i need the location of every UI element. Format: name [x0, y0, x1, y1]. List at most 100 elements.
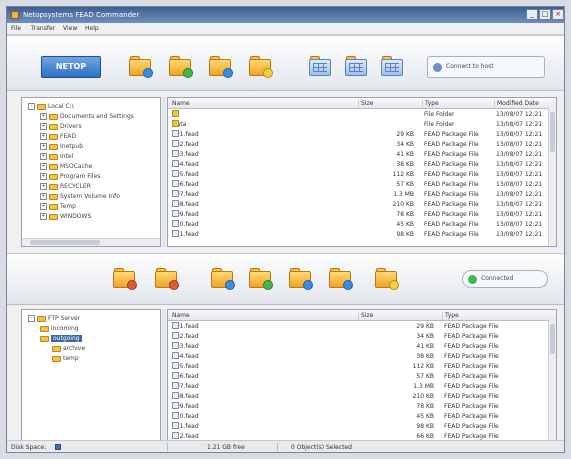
file-row[interactable]: 003.fead 41 KB FEAD Package File: [168, 342, 556, 351]
file-row[interactable]: 002.fead 34 KB FEAD Package File: [168, 332, 556, 341]
folder-icon: [49, 133, 58, 140]
move-button[interactable]: [287, 266, 313, 290]
properties-button[interactable]: [327, 266, 353, 290]
tree-node[interactable]: - FTP Server: [28, 314, 80, 323]
local-tree-hscroll[interactable]: [22, 238, 160, 246]
tree-node[interactable]: + Temp: [40, 202, 76, 211]
file-row[interactable]: 010.fead 45 KB FEAD Package File: [168, 412, 556, 421]
file-row[interactable]: 002.fead 34 KB FEAD Package File 13/08/07 1…: [168, 140, 556, 149]
remote-folder-tree[interactable]: - FTP Server incoming outgoing archive temp: [21, 309, 161, 443]
tree-node[interactable]: - Local C:\: [28, 102, 74, 111]
file-row[interactable]: 001.fead 29 KB FEAD Package File 13/08/07 1…: [168, 130, 556, 139]
view-details-button[interactable]: [343, 54, 369, 78]
tree-node[interactable]: + Inetpub: [40, 142, 83, 151]
title-bar[interactable]: Netopsystems FEAD Commander _ □ ×: [7, 7, 564, 23]
col-type[interactable]: Type: [442, 312, 545, 320]
file-row[interactable]: 008.fead 210 KB FEAD Package File: [168, 392, 556, 401]
file-row[interactable]: 004.fead 38 KB FEAD Package File: [168, 352, 556, 361]
file-row[interactable]: 004.fead 38 KB FEAD Package File 13/08/07 1…: [168, 160, 556, 169]
upload-button[interactable]: [153, 266, 179, 290]
tree-node[interactable]: + FEAD: [40, 132, 76, 141]
top-splitter[interactable]: [162, 97, 166, 247]
file-row[interactable]: 008.fead 210 KB FEAD Package File 13/08/07 …: [168, 200, 556, 209]
tree-node[interactable]: archive: [52, 344, 85, 353]
app-window: Netopsystems FEAD Commander _ □ × File T…: [6, 6, 565, 453]
local-list-vscroll[interactable]: [548, 108, 556, 246]
file-row[interactable]: 009.fead 78 KB FEAD Package File: [168, 402, 556, 411]
menu-help[interactable]: Help: [85, 25, 99, 32]
close-button[interactable]: ×: [552, 9, 564, 20]
expand-icon[interactable]: +: [40, 153, 47, 160]
maximize-button[interactable]: □: [539, 9, 551, 20]
tree-node-label: incoming: [51, 325, 79, 332]
new-folder-button[interactable]: [127, 54, 153, 78]
remote-list-vscroll[interactable]: [548, 320, 556, 442]
expand-icon[interactable]: +: [40, 163, 47, 170]
expand-icon[interactable]: +: [40, 113, 47, 120]
bottom-splitter[interactable]: [162, 309, 166, 443]
view-grid-button[interactable]: [307, 54, 333, 78]
tree-node[interactable]: outgoing: [40, 334, 82, 343]
local-folder-tree[interactable]: - Local C:\ + Documents and Settings + Driver…: [21, 97, 161, 247]
expand-icon[interactable]: +: [40, 183, 47, 190]
refresh-button[interactable]: [247, 266, 273, 290]
menu-transfer[interactable]: Transfer: [31, 25, 55, 32]
file-row[interactable]: 005.fead 112 KB FEAD Package File: [168, 362, 556, 371]
open-folder-button[interactable]: [167, 54, 193, 78]
file-row[interactable]: 007.fead 1.3 MB FEAD Package File 13/08/07 …: [168, 190, 556, 199]
file-row[interactable]: 001.fead 29 KB FEAD Package File: [168, 322, 556, 331]
expand-icon[interactable]: +: [40, 173, 47, 180]
file-row[interactable]: .. File Folder 13/08/07 12:21: [168, 110, 556, 119]
file-row[interactable]: Data File Folder 13/08/07 12:21: [168, 120, 556, 129]
connect-button[interactable]: Connect to host: [427, 56, 545, 78]
menu-file[interactable]: File: [11, 25, 21, 32]
expand-icon[interactable]: +: [40, 203, 47, 210]
remote-file-list[interactable]: Name Size Type 001.fead 29 KB FEAD Package…: [167, 309, 557, 443]
connection-status[interactable]: Connected: [462, 270, 548, 288]
file-row[interactable]: 007.fead 1.3 MB FEAD Package File: [168, 382, 556, 391]
file-row[interactable]: 006.fead 57 KB FEAD Package File 13/08/07 1…: [168, 180, 556, 189]
local-file-list[interactable]: Name Size Type Modified Date .. File Fold…: [167, 97, 557, 247]
delete-button[interactable]: [373, 266, 399, 290]
copy-folder-button[interactable]: [207, 54, 233, 78]
tree-node[interactable]: + MSOCache: [40, 162, 92, 171]
collapse-icon[interactable]: -: [28, 103, 35, 110]
file-row[interactable]: 011.fead 98 KB FEAD Package File 13/08/07 1…: [168, 230, 556, 239]
expand-icon[interactable]: +: [40, 193, 47, 200]
minimize-button[interactable]: _: [526, 9, 538, 20]
col-type[interactable]: Type: [422, 100, 495, 108]
col-modified[interactable]: Modified Date: [494, 100, 551, 108]
view-list-button[interactable]: [379, 54, 405, 78]
expand-icon[interactable]: +: [40, 123, 47, 130]
file-icon: [172, 352, 179, 359]
tree-node[interactable]: temp: [52, 354, 79, 363]
folder-properties-button[interactable]: [247, 54, 273, 78]
file-row[interactable]: 006.fead 57 KB FEAD Package File: [168, 372, 556, 381]
sync-button[interactable]: [209, 266, 235, 290]
tree-node[interactable]: + Documents and Settings: [40, 112, 134, 121]
col-size[interactable]: Size: [358, 312, 441, 320]
tree-node[interactable]: + WINDOWS: [40, 212, 91, 221]
tree-node[interactable]: + RECYCLER: [40, 182, 91, 191]
tree-node[interactable]: + Drivers: [40, 122, 82, 131]
file-row[interactable]: 010.fead 45 KB FEAD Package File 13/08/07 1…: [168, 220, 556, 229]
expand-icon[interactable]: +: [40, 143, 47, 150]
collapse-icon[interactable]: -: [28, 315, 35, 322]
expand-icon[interactable]: +: [40, 213, 47, 220]
tree-node[interactable]: + System Volume Info: [40, 192, 120, 201]
col-size[interactable]: Size: [358, 100, 421, 108]
file-row[interactable]: 011.fead 98 KB FEAD Package File: [168, 422, 556, 431]
col-name[interactable]: Name: [170, 312, 190, 320]
file-row[interactable]: 003.fead 41 KB FEAD Package File 13/08/07 1…: [168, 150, 556, 159]
file-row[interactable]: 009.fead 78 KB FEAD Package File 13/08/07 1…: [168, 210, 556, 219]
tree-node[interactable]: + Program Files: [40, 172, 100, 181]
tree-node[interactable]: + Intel: [40, 152, 73, 161]
file-size: 1.3 MB: [413, 383, 434, 390]
menu-view[interactable]: View: [63, 25, 77, 32]
download-button[interactable]: [111, 266, 137, 290]
tree-node[interactable]: incoming: [40, 324, 79, 333]
tree-node-label: Local C:\: [48, 103, 74, 110]
expand-icon[interactable]: +: [40, 133, 47, 140]
col-name[interactable]: Name: [170, 100, 190, 108]
file-row[interactable]: 005.fead 112 KB FEAD Package File 13/08/07 …: [168, 170, 556, 179]
